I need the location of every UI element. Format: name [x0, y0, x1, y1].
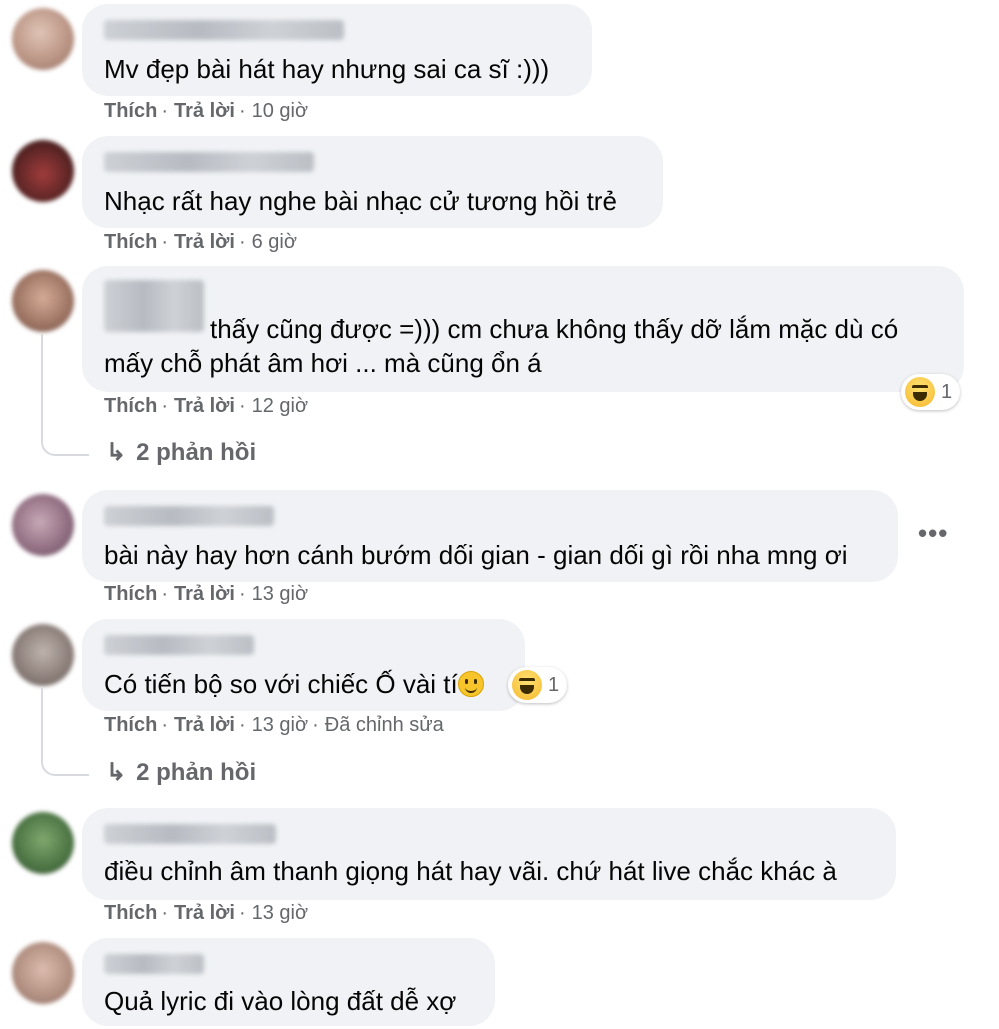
- comment-actions: Thích · Trả lời · 12 giờ: [104, 395, 309, 417]
- comment-actions: Thích · Trả lời · 13 giờ · Đã chỉnh sửa: [104, 714, 444, 736]
- comment-text: Có tiến bộ so với chiếc Ố vài tí: [104, 667, 484, 701]
- haha-reaction-icon: [905, 377, 935, 407]
- reaction-count: 1: [941, 380, 953, 403]
- author-name-blurred[interactable]: [104, 506, 274, 526]
- author-name-blurred[interactable]: [104, 152, 314, 172]
- replies-count-label: 2 phản hồi: [136, 759, 257, 786]
- avatar[interactable]: [12, 624, 74, 686]
- avatar[interactable]: [12, 8, 74, 70]
- comment-6: điều chỉnh âm thanh giọng hát hay vãi. c…: [0, 804, 999, 934]
- comment-2: Nhạc rất hay nghe bài nhạc cử tương hồi …: [0, 130, 999, 260]
- comment-actions: Thích · Trả lời · 13 giờ: [104, 902, 309, 924]
- comment-5: Có tiến bộ so với chiếc Ố vài tí 1 Thích…: [0, 616, 999, 800]
- comment-actions: Thích · Trả lời · 6 giờ: [104, 231, 297, 253]
- like-button[interactable]: Thích: [104, 714, 157, 736]
- reaction-count: 1: [548, 673, 560, 696]
- comment-actions: Thích · Trả lời · 10 giờ: [104, 100, 309, 122]
- comment-text: bài này hay hơn cánh bướm dối gian - gia…: [104, 540, 848, 570]
- like-button[interactable]: Thích: [104, 231, 157, 253]
- reply-button[interactable]: Trả lời: [174, 714, 235, 736]
- comment-bubble: Có tiến bộ so với chiếc Ố vài tí: [82, 619, 525, 711]
- thread-connector: [41, 688, 89, 776]
- comment-text: Quả lyric đi vào lòng đất dễ xợ: [104, 986, 457, 1016]
- comment-bubble: điều chỉnh âm thanh giọng hát hay vãi. c…: [82, 808, 896, 900]
- like-button[interactable]: Thích: [104, 902, 157, 924]
- timestamp[interactable]: 10 giờ: [252, 100, 308, 122]
- comment-text-line-1: thấy cũng được =))) cm chưa không thấy d…: [210, 314, 899, 344]
- comment-bubble: Nhạc rất hay nghe bài nhạc cử tương hồi …: [82, 136, 663, 228]
- reply-button[interactable]: Trả lời: [174, 395, 235, 417]
- reply-arrow-icon: ↳: [106, 439, 127, 466]
- avatar[interactable]: [12, 812, 74, 874]
- avatar[interactable]: [12, 270, 74, 332]
- reaction-badge[interactable]: 1: [508, 667, 568, 703]
- comment-text: Nhạc rất hay nghe bài nhạc cử tương hồi …: [104, 186, 617, 216]
- author-name-blurred[interactable]: [104, 635, 254, 655]
- reply-arrow-icon: ↳: [106, 759, 127, 786]
- timestamp[interactable]: 13 giờ: [252, 902, 308, 924]
- comment-4: bài này hay hơn cánh bướm dối gian - gia…: [0, 486, 999, 616]
- reply-button[interactable]: Trả lời: [174, 231, 235, 253]
- avatar[interactable]: [12, 942, 74, 1004]
- timestamp[interactable]: 6 giờ: [252, 231, 297, 253]
- comment-3: thấy cũng được =))) cm chưa không thấy d…: [0, 262, 999, 482]
- reply-button[interactable]: Trả lời: [174, 902, 235, 924]
- comment-bubble: Mv đẹp bài hát hay nhưng sai ca sĩ :))): [82, 4, 592, 96]
- like-button[interactable]: Thích: [104, 100, 157, 122]
- comment-actions: Thích · Trả lời · 13 giờ: [104, 583, 309, 605]
- author-name-blurred[interactable]: [104, 824, 276, 844]
- view-replies-link[interactable]: ↳ 2 phản hồi: [106, 438, 256, 467]
- reply-button[interactable]: Trả lời: [174, 100, 235, 122]
- like-button[interactable]: Thích: [104, 395, 157, 417]
- edited-label[interactable]: Đã chỉnh sửa: [325, 714, 444, 736]
- view-replies-link[interactable]: ↳ 2 phản hồi: [106, 758, 256, 787]
- comment-1: Mv đẹp bài hát hay nhưng sai ca sĩ :))) …: [0, 0, 999, 130]
- comment-text-line-2: mấy chỗ phát âm hơi ... mà cũng ổn á: [104, 348, 542, 378]
- reply-button[interactable]: Trả lời: [174, 583, 235, 605]
- comment-bubble: Quả lyric đi vào lòng đất dễ xợ: [82, 938, 495, 1026]
- author-name-blurred[interactable]: [104, 280, 204, 332]
- avatar[interactable]: [12, 494, 74, 556]
- replies-count-label: 2 phản hồi: [136, 439, 257, 466]
- comment-text: điều chỉnh âm thanh giọng hát hay vãi. c…: [104, 856, 837, 886]
- comment-7: Quả lyric đi vào lòng đất dễ xợ: [0, 934, 999, 1029]
- more-options-icon[interactable]: •••: [918, 518, 948, 549]
- timestamp[interactable]: 12 giờ: [252, 395, 308, 417]
- author-name-blurred[interactable]: [104, 20, 344, 40]
- haha-reaction-icon: [512, 670, 542, 700]
- timestamp[interactable]: 13 giờ: [252, 714, 308, 736]
- comment-bubble: thấy cũng được =))) cm chưa không thấy d…: [82, 266, 964, 392]
- comment-bubble: bài này hay hơn cánh bướm dối gian - gia…: [82, 490, 898, 582]
- author-name-blurred[interactable]: [104, 954, 204, 974]
- comment-text: Mv đẹp bài hát hay nhưng sai ca sĩ :))): [104, 54, 550, 84]
- reaction-badge[interactable]: 1: [901, 374, 961, 410]
- like-button[interactable]: Thích: [104, 583, 157, 605]
- smile-emoji-icon: [457, 671, 484, 697]
- timestamp[interactable]: 13 giờ: [252, 583, 308, 605]
- avatar[interactable]: [12, 140, 74, 202]
